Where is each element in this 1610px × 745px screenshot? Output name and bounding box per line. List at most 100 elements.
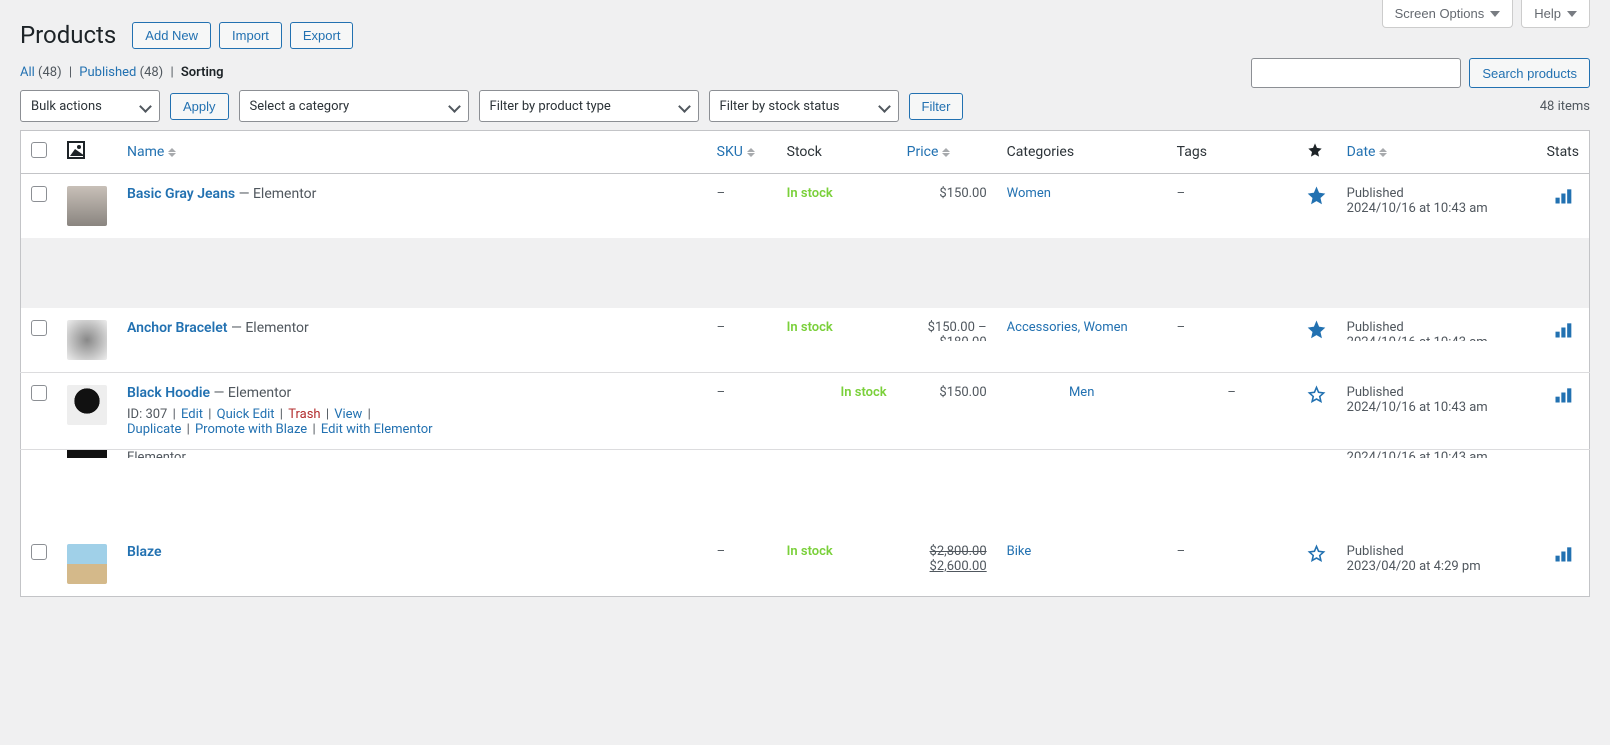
col-tags: Tags	[1167, 131, 1297, 174]
star-fill-icon	[1307, 186, 1326, 205]
filter-sorting-current: Sorting	[181, 65, 224, 80]
import-button[interactable]: Import	[219, 22, 282, 49]
tags-value: –	[1227, 385, 1236, 400]
col-name[interactable]: Name	[127, 144, 176, 160]
col-date[interactable]: Date	[1347, 144, 1388, 160]
row-checkbox[interactable]	[31, 544, 47, 560]
featured-toggle[interactable]	[1307, 393, 1326, 408]
filter-published-link[interactable]: Published	[79, 65, 136, 80]
sku-value: –	[717, 186, 726, 201]
table-row: Elementor 2024/10/16 at 10:43 am	[21, 450, 1590, 463]
edit-with-elementor-link[interactable]: Edit with Elementor	[321, 422, 433, 437]
featured-toggle[interactable]	[1307, 194, 1326, 209]
date-value: 2024/10/16 at 10:43 am	[1347, 400, 1527, 415]
col-stats: Stats	[1537, 131, 1590, 174]
date-value: 2023/04/20 at 4:29 pm	[1347, 559, 1527, 574]
search-button[interactable]: Search products	[1469, 58, 1590, 88]
col-price[interactable]: Price	[907, 144, 951, 160]
star-outline-icon	[1307, 385, 1326, 404]
view-link[interactable]: View	[334, 407, 362, 422]
featured-toggle[interactable]	[1307, 552, 1326, 567]
screen-options-button[interactable]: Screen Options	[1382, 0, 1514, 28]
price-original: $2,800.00	[907, 544, 987, 559]
elementor-tag: — Elementor	[210, 385, 291, 401]
chevron-down-icon	[878, 100, 890, 112]
product-type-select[interactable]: Filter by product type	[479, 90, 699, 122]
price-sale: $2,600.00	[907, 559, 987, 574]
sort-icon	[1379, 148, 1387, 157]
category-link[interactable]: Accessories, Women	[1007, 320, 1128, 335]
help-label: Help	[1534, 6, 1561, 21]
filter-all-count: (48)	[38, 65, 62, 80]
duplicate-link[interactable]: Duplicate	[127, 422, 181, 437]
chevron-down-icon	[139, 100, 151, 112]
price-value-partial: $180.00	[907, 335, 987, 341]
export-button[interactable]: Export	[290, 22, 354, 49]
category-select[interactable]: Select a category	[239, 90, 469, 122]
row-checkbox[interactable]	[31, 320, 47, 336]
screen-options-label: Screen Options	[1395, 6, 1485, 21]
col-categories: Categories	[997, 131, 1167, 174]
sku-value: –	[717, 320, 726, 335]
help-button[interactable]: Help	[1521, 0, 1590, 28]
product-thumbnail[interactable]	[67, 385, 107, 425]
product-name-link[interactable]: Anchor Bracelet	[127, 320, 227, 336]
date-status: Published	[1347, 320, 1527, 335]
product-thumbnail[interactable]	[67, 544, 107, 584]
chevron-down-icon	[678, 100, 690, 112]
stats-link[interactable]	[1553, 394, 1573, 409]
sort-icon	[942, 148, 950, 157]
featured-toggle[interactable]	[1307, 328, 1326, 343]
filter-button[interactable]: Filter	[909, 93, 964, 120]
apply-button[interactable]: Apply	[170, 93, 229, 120]
star-fill-icon	[1307, 320, 1326, 339]
product-thumbnail-partial	[67, 450, 107, 458]
trash-link[interactable]: Trash	[288, 407, 320, 422]
bar-chart-icon	[1553, 186, 1573, 206]
price-value: $150.00	[897, 373, 997, 450]
add-new-button[interactable]: Add New	[132, 22, 211, 49]
date-value: 2024/10/16 at 10:43 am	[1347, 201, 1527, 216]
caret-down-icon	[1490, 11, 1500, 17]
search-input[interactable]	[1251, 58, 1461, 88]
product-thumbnail[interactable]	[67, 320, 107, 360]
products-table: Name SKU Stock Price Categories Tags Dat…	[20, 130, 1590, 597]
sku-value: –	[717, 544, 726, 559]
filter-all-link[interactable]: All	[20, 65, 35, 80]
star-outline-icon	[1307, 544, 1326, 563]
promote-blaze-link[interactable]: Promote with Blaze	[195, 422, 307, 437]
stats-link[interactable]	[1553, 195, 1573, 210]
elementor-tag: — Elementor	[235, 186, 316, 202]
row-checkbox[interactable]	[31, 385, 47, 401]
quick-edit-link[interactable]: Quick Edit	[217, 407, 275, 422]
stock-status: In stock	[787, 320, 833, 335]
product-name-link[interactable]: Basic Gray Jeans	[127, 186, 235, 202]
caret-down-icon	[1567, 11, 1577, 17]
stock-status-select[interactable]: Filter by stock status	[709, 90, 899, 122]
edit-link[interactable]: Edit	[181, 407, 203, 422]
product-name-link[interactable]: Black Hoodie	[127, 385, 210, 401]
stock-status: In stock	[841, 385, 887, 400]
date-status: Published	[1347, 385, 1527, 400]
select-all-checkbox[interactable]	[31, 142, 47, 158]
stats-link[interactable]	[1553, 329, 1573, 344]
date-status: Published	[1347, 186, 1527, 201]
category-link[interactable]: Women	[1007, 186, 1051, 201]
price-value: $150.00 –	[907, 320, 987, 335]
col-stock: Stock	[777, 131, 897, 174]
tags-value: –	[1177, 186, 1186, 201]
col-sku[interactable]: SKU	[717, 144, 755, 160]
table-row: Anchor Bracelet — Elementor – In stock $…	[21, 308, 1590, 373]
category-link[interactable]: Bike	[1007, 544, 1032, 559]
page-title: Products	[20, 20, 116, 51]
category-link[interactable]: Men	[1069, 385, 1094, 400]
product-name-link[interactable]: Blaze	[127, 544, 162, 560]
items-count: 48 items	[1540, 99, 1590, 114]
date-status: Published	[1347, 544, 1527, 559]
sku-value: –	[717, 385, 726, 400]
stats-link[interactable]	[1553, 553, 1573, 568]
product-thumbnail[interactable]	[67, 186, 107, 226]
row-checkbox[interactable]	[31, 186, 47, 202]
row-actions: ID: 307 | Edit | Quick Edit | Trash | Vi…	[127, 407, 697, 437]
bulk-actions-select[interactable]: Bulk actions	[20, 90, 160, 122]
